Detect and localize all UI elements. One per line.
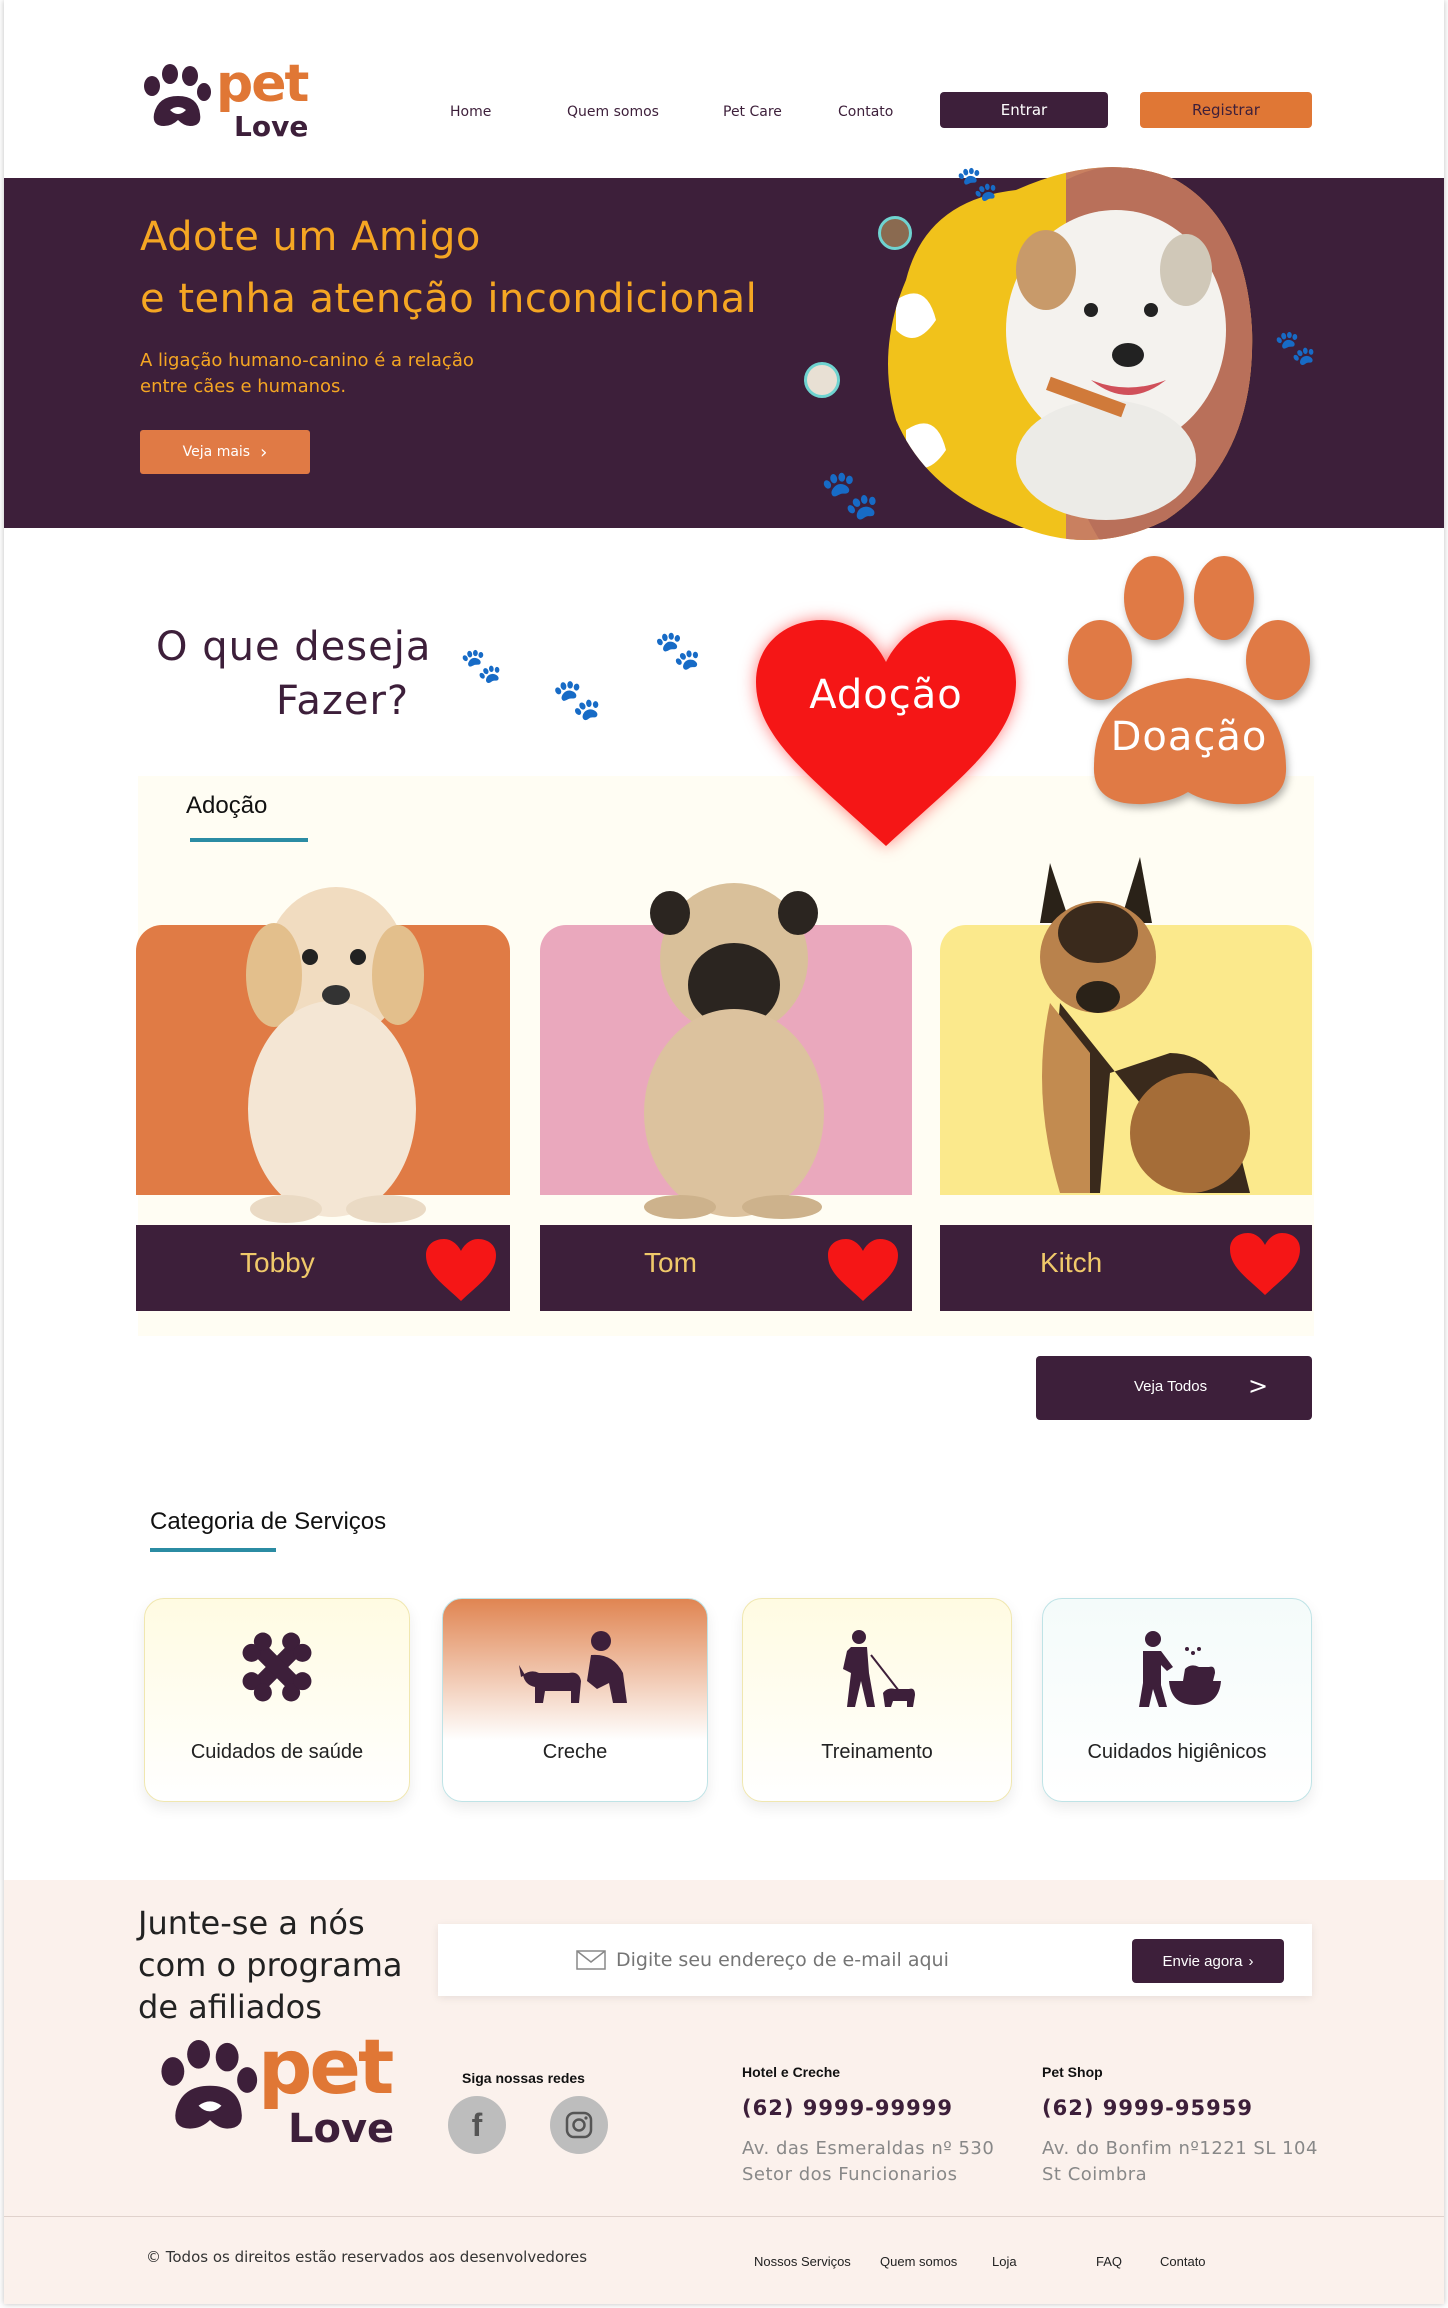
shop-title: Pet Shop bbox=[1042, 2064, 1103, 2080]
newsletter-box: Envie agora › bbox=[438, 1924, 1312, 1996]
logo[interactable]: pet Love bbox=[138, 54, 318, 150]
pet-card-tobby[interactable]: Tobby bbox=[136, 887, 510, 1311]
service-card-creche[interactable]: Creche bbox=[442, 1598, 708, 1802]
dog-walking-icon bbox=[843, 1630, 915, 1707]
pet-card-tom[interactable]: Tom bbox=[540, 883, 912, 1311]
footer-link-loja[interactable]: Loja bbox=[992, 2254, 1017, 2269]
hero-title-line1: Adote um Amigo bbox=[140, 214, 481, 260]
chevron-right-icon: › bbox=[260, 441, 268, 463]
envie-agora-button[interactable]: Envie agora › bbox=[1132, 1939, 1284, 1983]
paw-decor-icon: 🐾 bbox=[460, 646, 503, 686]
social-heading: Siga nossas redes bbox=[462, 2070, 585, 2086]
veja-todos-label: Veja Todos bbox=[1134, 1378, 1208, 1395]
shop-phone: (62) 9999-95959 bbox=[1042, 2096, 1253, 2120]
favorite-heart-icon[interactable] bbox=[1228, 1231, 1302, 1297]
registrar-button[interactable]: Registrar bbox=[1140, 92, 1312, 128]
veja-mais-button[interactable]: Veja mais › bbox=[140, 430, 310, 474]
heading-underline bbox=[190, 838, 308, 842]
pet-name: Tobby bbox=[240, 1247, 315, 1278]
paw-decor-icon: 🐾 bbox=[552, 677, 602, 723]
nav-pet-care[interactable]: Pet Care bbox=[723, 104, 782, 120]
veja-mais-label: Veja mais bbox=[182, 444, 251, 460]
paw-decor-icon: 🐾 bbox=[956, 164, 999, 204]
page: pet Love Home Quem somos Pet Care Contat… bbox=[4, 0, 1444, 2304]
adoption-heading: Adoção bbox=[186, 792, 268, 819]
choice-question-line2: Fazer? bbox=[276, 678, 410, 724]
hotel-address-line2: Setor dos Funcionarios bbox=[742, 2164, 958, 2185]
nav-contato[interactable]: Contato bbox=[838, 104, 893, 120]
german-shepherd-photo bbox=[1040, 857, 1250, 1193]
puppy-photo bbox=[246, 887, 426, 1223]
heart-icon bbox=[756, 620, 1016, 846]
dog-avatar-icon bbox=[804, 362, 840, 398]
chevron-right-icon: › bbox=[1248, 1952, 1254, 1970]
footer-logo[interactable]: pet Love bbox=[150, 2022, 410, 2164]
hotel-address-line1: Av. das Esmeraldas nº 530 bbox=[742, 2138, 995, 2159]
hero-subtitle-line1: A ligação humano-canino é a relação bbox=[140, 350, 474, 371]
paw-icon bbox=[1068, 556, 1310, 805]
service-label: Cuidados de saúde bbox=[190, 1741, 364, 1763]
logo-love-text: Love bbox=[288, 2106, 395, 2152]
nav-home[interactable]: Home bbox=[450, 104, 491, 120]
hotel-phone: (62) 9999-99999 bbox=[742, 2096, 953, 2120]
heading-underline bbox=[150, 1548, 276, 1552]
entrar-button[interactable]: Entrar bbox=[940, 92, 1108, 128]
bone-icon bbox=[242, 1632, 312, 1702]
paw-decor-icon: 🐾 bbox=[820, 467, 880, 523]
doacao-label: Doação bbox=[1110, 714, 1268, 760]
service-label: Cuidados higiênicos bbox=[1087, 1741, 1267, 1763]
service-card-treinamento[interactable]: Treinamento bbox=[742, 1598, 1012, 1802]
paw-logo-icon bbox=[144, 64, 211, 126]
paw-decor-icon: 🐾 bbox=[654, 628, 702, 672]
services-heading: Categoria de Serviços bbox=[150, 1508, 387, 1535]
person-with-dog-icon bbox=[519, 1631, 627, 1703]
copyright: © Todos os direitos estão reservados aos… bbox=[146, 2248, 588, 2266]
logo-love-text: Love bbox=[234, 110, 309, 143]
service-label: Treinamento bbox=[821, 1741, 933, 1763]
email-input[interactable] bbox=[616, 1942, 1096, 1978]
pet-card-kitch[interactable]: Kitch bbox=[940, 857, 1312, 1311]
nav-quem-somos[interactable]: Quem somos bbox=[567, 104, 659, 120]
shop-address-line1: Av. do Bonfim nº1221 SL 104 bbox=[1042, 2138, 1318, 2159]
choice-question-line1: O que deseja bbox=[156, 624, 432, 670]
favorite-heart-icon[interactable] bbox=[826, 1237, 900, 1303]
affiliate-line2: com o programa bbox=[138, 1946, 403, 1984]
adocao-heart-button[interactable]: Adoção bbox=[752, 618, 1020, 850]
service-card-saude[interactable]: Cuidados de saúde bbox=[144, 1598, 410, 1802]
affiliate-text: Junte-se a nós com o programa de afiliad… bbox=[138, 1902, 402, 2028]
favorite-heart-icon[interactable] bbox=[424, 1237, 498, 1303]
envelope-icon bbox=[576, 1950, 606, 1970]
footer-link-contato[interactable]: Contato bbox=[1160, 2254, 1206, 2269]
instagram-icon[interactable] bbox=[550, 2096, 608, 2154]
hero-dog-photo bbox=[888, 167, 1253, 541]
pet-name: Kitch bbox=[1040, 1247, 1103, 1278]
footer-link-servicos[interactable]: Nossos Serviços bbox=[754, 2254, 851, 2269]
shop-address-line2: St Coimbra bbox=[1042, 2164, 1148, 2185]
hero-subtitle-line2: entre cães e humanos. bbox=[140, 376, 347, 397]
logo-pet-text: pet bbox=[216, 54, 309, 114]
logo-pet-text: pet bbox=[258, 2022, 394, 2111]
pet-name: Tom bbox=[644, 1247, 697, 1278]
paw-decor-icon: 🐾 bbox=[1274, 328, 1317, 368]
chevron-right-icon: > bbox=[1248, 1372, 1269, 1400]
pug-photo bbox=[644, 883, 824, 1219]
footer-link-faq[interactable]: FAQ bbox=[1096, 2254, 1122, 2269]
dog-avatar-icon bbox=[878, 216, 912, 250]
veja-todos-button[interactable]: Veja Todos > bbox=[1036, 1356, 1312, 1420]
service-card-higienicos[interactable]: Cuidados higiênicos bbox=[1042, 1598, 1312, 1802]
footer-divider bbox=[4, 2216, 1444, 2217]
paw-logo-icon bbox=[161, 2040, 258, 2129]
envie-agora-label: Envie agora bbox=[1162, 1952, 1243, 1970]
hero-title-line2: e tenha atenção incondicional bbox=[140, 276, 758, 322]
adocao-label: Adoção bbox=[809, 672, 963, 718]
dog-bath-icon bbox=[1139, 1631, 1221, 1707]
hotel-title: Hotel e Creche bbox=[742, 2064, 841, 2080]
facebook-icon[interactable]: f bbox=[448, 2096, 506, 2154]
service-label: Creche bbox=[542, 1741, 608, 1763]
footer-link-quem-somos[interactable]: Quem somos bbox=[880, 2254, 957, 2269]
doacao-paw-button[interactable]: Doação bbox=[1064, 556, 1314, 810]
affiliate-line1: Junte-se a nós bbox=[138, 1904, 365, 1942]
